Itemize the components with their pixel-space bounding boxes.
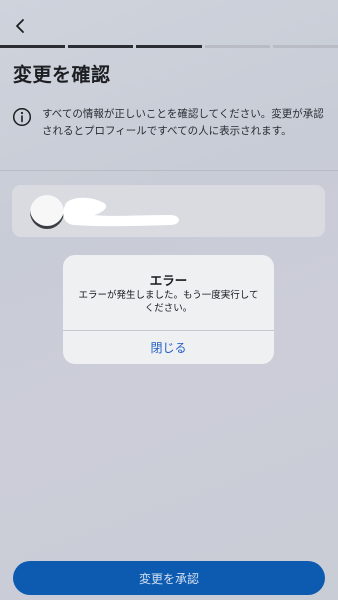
close-button[interactable]: 閉じる [63, 331, 274, 364]
progress-step-2 [68, 45, 134, 48]
info-notice: すべての情報が正しいことを確認してください。変更が承認されるとプロフィールですべ… [12, 106, 328, 140]
profile-card [12, 185, 325, 237]
progress-step-1 [0, 45, 66, 48]
info-icon [12, 107, 32, 127]
alert-title: エラー [149, 273, 188, 288]
error-alert-dialog: エラー エラーが発生しました。もう一度実行してください。 閉じる [63, 255, 274, 364]
progress-step-4 [204, 45, 270, 48]
avatar [30, 195, 64, 229]
divider [0, 170, 338, 171]
approve-changes-button[interactable]: 変更を承認 [13, 561, 325, 595]
progress-step-5 [272, 45, 338, 48]
back-button[interactable] [8, 14, 32, 38]
name-redaction [63, 197, 179, 227]
confirm-changes-screen: 変更を確認 すべての情報が正しいことを確認してください。変更が承認されるとプロフ… [0, 0, 338, 600]
info-text: すべての情報が正しいことを確認してください。変更が承認されるとプロフィールですべ… [42, 108, 324, 137]
page-title: 変更を確認 [13, 64, 111, 86]
progress-step-3 [136, 45, 202, 48]
alert-message: エラーが発生しました。もう一度実行してください。 [78, 290, 259, 314]
chevron-left-icon [16, 19, 24, 33]
step-progress [0, 45, 338, 48]
